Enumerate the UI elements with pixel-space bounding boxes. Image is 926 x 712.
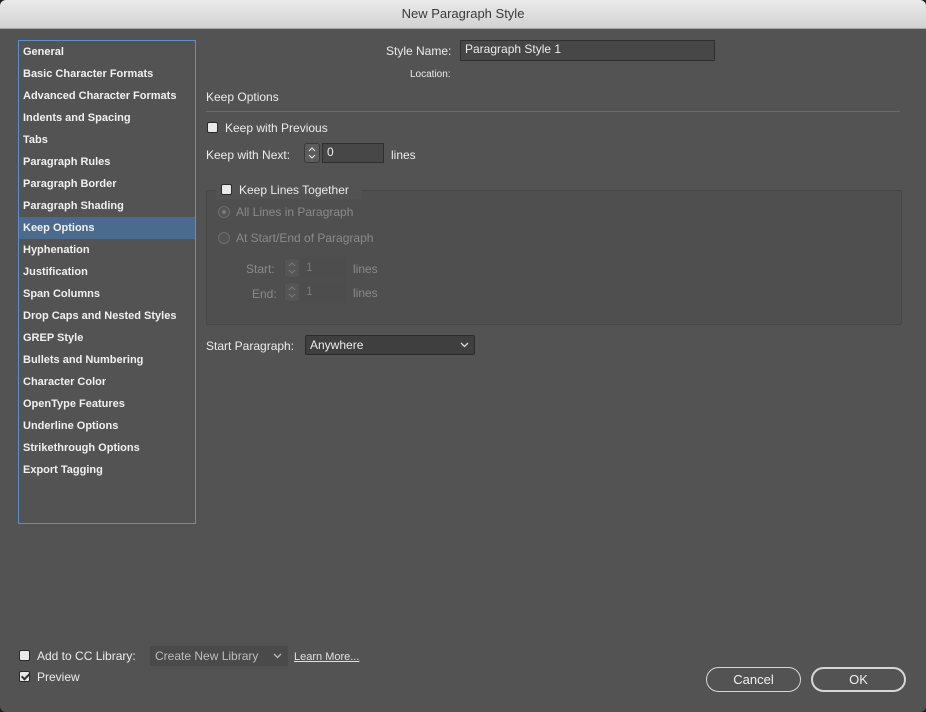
- library-select[interactable]: Create New Library: [150, 646, 288, 666]
- sidebar-item-opentype-features[interactable]: OpenType Features: [19, 393, 195, 415]
- window-title: New Paragraph Style: [0, 0, 926, 29]
- cancel-button[interactable]: Cancel: [706, 667, 801, 692]
- sidebar-item-basic-character-formats[interactable]: Basic Character Formats: [19, 63, 195, 85]
- preview-label: Preview: [37, 670, 80, 684]
- sidebar-item-bullets-and-numbering[interactable]: Bullets and Numbering: [19, 349, 195, 371]
- sidebar-item-advanced-character-formats[interactable]: Advanced Character Formats: [19, 85, 195, 107]
- start-label: Start:: [246, 262, 275, 276]
- sidebar-item-justification[interactable]: Justification: [19, 261, 195, 283]
- stepper-arrows-icon: [288, 286, 296, 298]
- sidebar-item-hyphenation[interactable]: Hyphenation: [19, 239, 195, 261]
- sidebar-item-span-columns[interactable]: Span Columns: [19, 283, 195, 305]
- sidebar-item-strikethrough-options[interactable]: Strikethrough Options: [19, 437, 195, 459]
- sidebar-item-indents-and-spacing[interactable]: Indents and Spacing: [19, 107, 195, 129]
- preview-checkbox[interactable]: [19, 671, 30, 682]
- chevron-down-icon: [273, 653, 282, 659]
- end-stepper[interactable]: [284, 282, 300, 302]
- start-paragraph-value: Anywhere: [310, 338, 364, 352]
- sidebar-item-paragraph-rules[interactable]: Paragraph Rules: [19, 151, 195, 173]
- sidebar-item-tabs[interactable]: Tabs: [19, 129, 195, 151]
- keep-lines-together-checkbox[interactable]: [221, 184, 232, 195]
- sidebar-item-keep-options[interactable]: Keep Options: [19, 217, 195, 239]
- stepper-arrows-icon: [308, 147, 316, 159]
- start-paragraph-select[interactable]: Anywhere: [305, 335, 475, 355]
- add-to-cc-library-checkbox[interactable]: [19, 650, 30, 661]
- style-name-input[interactable]: Paragraph Style 1: [460, 40, 715, 61]
- sidebar-item-drop-caps[interactable]: Drop Caps and Nested Styles: [19, 305, 195, 327]
- new-paragraph-style-dialog: New Paragraph Style General Basic Charac…: [0, 0, 926, 712]
- add-to-cc-library-label: Add to CC Library:: [37, 649, 136, 663]
- sidebar-item-export-tagging[interactable]: Export Tagging: [19, 459, 195, 481]
- category-list: General Basic Character Formats Advanced…: [18, 40, 196, 524]
- keep-with-previous-checkbox[interactable]: [207, 122, 218, 133]
- stepper-arrows-icon: [288, 262, 296, 274]
- ok-button[interactable]: OK: [811, 667, 906, 692]
- end-unit: lines: [353, 286, 378, 300]
- keep-with-next-label: Keep with Next:: [206, 148, 291, 162]
- start-input[interactable]: 1: [301, 258, 345, 278]
- keep-with-next-unit: lines: [391, 148, 416, 162]
- sidebar-item-general[interactable]: General: [19, 41, 195, 63]
- start-unit: lines: [353, 262, 378, 276]
- sidebar-item-paragraph-border[interactable]: Paragraph Border: [19, 173, 195, 195]
- section-title: Keep Options: [206, 90, 279, 104]
- sidebar-item-grep-style[interactable]: GREP Style: [19, 327, 195, 349]
- keep-with-next-stepper[interactable]: [304, 143, 320, 163]
- chevron-down-icon: [460, 342, 469, 348]
- sidebar-item-underline-options[interactable]: Underline Options: [19, 415, 195, 437]
- location-label: Location:: [410, 69, 451, 80]
- all-lines-label: All Lines in Paragraph: [236, 205, 354, 219]
- start-end-radio[interactable]: [218, 232, 230, 244]
- sidebar-item-paragraph-shading[interactable]: Paragraph Shading: [19, 195, 195, 217]
- end-input[interactable]: 1: [301, 282, 345, 302]
- end-label: End:: [252, 287, 277, 301]
- start-end-label: At Start/End of Paragraph: [236, 231, 374, 245]
- style-name-label: Style Name:: [386, 44, 452, 58]
- keep-lines-together-label: Keep Lines Together: [239, 183, 349, 197]
- all-lines-radio[interactable]: [218, 206, 230, 218]
- learn-more-link[interactable]: Learn More...: [294, 651, 359, 663]
- sidebar-item-character-color[interactable]: Character Color: [19, 371, 195, 393]
- start-stepper[interactable]: [284, 258, 300, 278]
- section-divider: [206, 111, 900, 112]
- keep-with-next-input[interactable]: 0: [322, 143, 384, 163]
- keep-with-previous-label: Keep with Previous: [225, 121, 328, 135]
- library-select-value: Create New Library: [155, 649, 259, 663]
- start-paragraph-label: Start Paragraph:: [206, 339, 295, 353]
